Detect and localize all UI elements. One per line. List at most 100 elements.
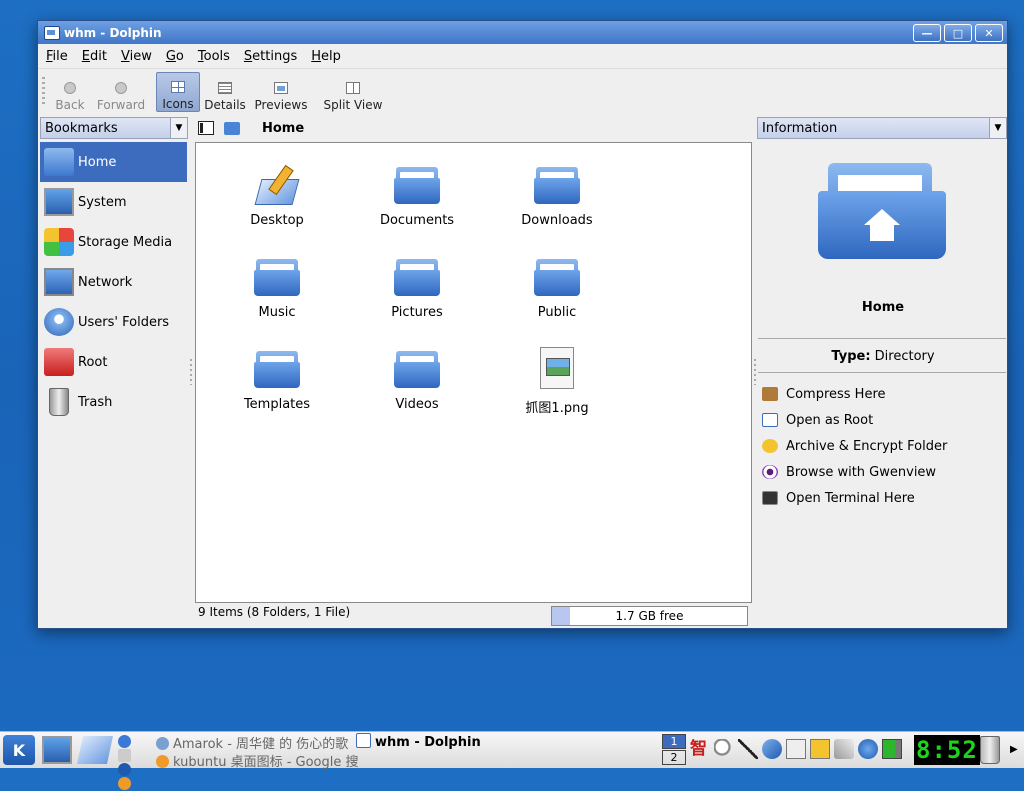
icons-view-button[interactable]: Icons — [156, 72, 200, 112]
information-panel-selector[interactable]: Information ▼ — [757, 117, 1007, 139]
system-launcher-icon[interactable] — [42, 736, 72, 764]
dolphin-icon — [356, 733, 371, 748]
action-compress-here[interactable]: Compress Here — [762, 381, 947, 407]
browser-icon[interactable] — [118, 763, 131, 776]
menu-file[interactable]: File — [46, 49, 68, 64]
place-users-folders[interactable]: Users' Folders — [40, 302, 187, 342]
file-item-desktop[interactable]: Desktop — [227, 164, 327, 228]
system-tray: 智 — [690, 739, 902, 759]
place-trash[interactable]: Trash — [40, 382, 187, 422]
action-label: Browse with Gwenview — [786, 464, 937, 480]
k-menu-button[interactable]: K — [3, 735, 35, 765]
breadcrumb-home[interactable]: Home — [262, 121, 304, 136]
back-label: Back — [55, 98, 85, 112]
kde-panel: K Amarok - 周华健 的 伤心的歌 kubuntu 桌面图标 - Goo… — [0, 731, 1024, 790]
file-item-pictures[interactable]: Pictures — [367, 257, 467, 320]
forward-label: Forward — [96, 98, 146, 112]
konqueror-icon[interactable] — [118, 735, 131, 748]
pager-desktop-2[interactable]: 2 — [662, 750, 686, 765]
folder-icon — [254, 257, 300, 299]
file-label: Music — [258, 305, 296, 320]
icons-label: Icons — [162, 97, 194, 111]
details-view-button[interactable]: Details — [202, 72, 248, 112]
firefox-icon[interactable] — [118, 777, 131, 790]
input-method-icon[interactable]: 智 — [690, 739, 710, 759]
chevron-down-icon[interactable]: ▼ — [989, 118, 1006, 138]
bookmarks-panel-selector[interactable]: Bookmarks ▼ — [40, 117, 188, 139]
desktop-launcher-icon[interactable] — [77, 736, 113, 764]
free-space-bar: 1.7 GB free — [551, 606, 748, 626]
bookmarks-panel-label: Bookmarks — [45, 120, 118, 136]
network-tray-icon[interactable] — [762, 739, 782, 759]
task-amarok[interactable]: Amarok - 周华健 的 伤心的歌 — [156, 733, 348, 752]
file-item-png[interactable]: 抓图1.png — [507, 347, 607, 416]
close-button[interactable]: ✕ — [975, 24, 1003, 42]
firefox-icon — [156, 755, 169, 768]
clipboard-icon[interactable] — [786, 739, 806, 759]
panel-scroll-arrow[interactable]: ▶ — [1010, 744, 1018, 755]
link-icon[interactable] — [834, 739, 854, 759]
chevron-down-icon[interactable]: ▼ — [170, 118, 187, 138]
trash-applet-icon[interactable] — [980, 736, 1000, 764]
pager-desktop-1[interactable]: 1 — [662, 734, 686, 749]
place-label: Storage Media — [78, 234, 173, 250]
menu-help[interactable]: Help — [311, 49, 341, 64]
menu-settings[interactable]: Settings — [244, 49, 297, 64]
menu-go[interactable]: Go — [166, 49, 184, 64]
dolphin-app-icon[interactable] — [44, 25, 60, 40]
notes-icon[interactable] — [810, 739, 830, 759]
place-label: Users' Folders — [78, 314, 170, 330]
file-item-downloads[interactable]: Downloads — [507, 165, 607, 228]
file-manager-icon[interactable] — [118, 749, 131, 762]
place-storage-media[interactable]: Storage Media — [40, 222, 187, 262]
folder-icon — [534, 165, 580, 207]
action-browse-with-gwenview[interactable]: Browse with Gwenview — [762, 459, 947, 485]
details-view-icon — [218, 82, 232, 94]
action-open-terminal-here[interactable]: Open Terminal Here — [762, 485, 947, 511]
file-item-public[interactable]: Public — [507, 257, 607, 320]
battery-icon[interactable] — [882, 739, 902, 759]
right-panel-splitter[interactable] — [754, 359, 756, 385]
file-item-music[interactable]: Music — [227, 257, 327, 320]
file-label: Templates — [243, 397, 311, 412]
place-network[interactable]: Network — [40, 262, 187, 302]
menu-edit[interactable]: Edit — [82, 49, 107, 64]
action-archive-encrypt-folder[interactable]: Archive & Encrypt Folder — [762, 433, 947, 459]
action-label: Compress Here — [786, 386, 886, 402]
left-panel-splitter[interactable] — [190, 359, 192, 385]
place-home[interactable]: Home — [40, 142, 187, 182]
place-label: System — [78, 194, 127, 210]
desktop-pager: 1 2 — [662, 734, 686, 766]
place-system[interactable]: System — [40, 182, 187, 222]
clock[interactable]: 8:52 — [914, 735, 980, 765]
task-dolphin[interactable]: whm - Dolphin — [356, 733, 481, 750]
menu-view[interactable]: View — [121, 49, 152, 64]
title-bar[interactable]: whm - Dolphin — □ ✕ — [38, 21, 1007, 44]
previews-button[interactable]: Previews — [252, 72, 310, 112]
storage-media-icon — [44, 228, 74, 256]
trash-icon — [49, 388, 69, 416]
forward-button[interactable]: Forward — [94, 72, 148, 112]
home-folder-icon — [44, 148, 74, 176]
file-label: Public — [537, 305, 577, 320]
home-icon[interactable] — [224, 121, 240, 135]
task-firefox[interactable]: kubuntu 桌面图标 - Google 搜 — [156, 751, 359, 770]
menu-tools[interactable]: Tools — [198, 49, 230, 64]
search-icon[interactable] — [714, 739, 734, 759]
file-item-templates[interactable]: Templates — [227, 349, 327, 412]
mute-icon[interactable] — [738, 739, 758, 759]
place-root[interactable]: Root — [40, 342, 187, 382]
minimize-button[interactable]: — — [913, 24, 941, 42]
action-open-as-root[interactable]: Open as Root — [762, 407, 947, 433]
toolbar-handle[interactable] — [42, 77, 45, 107]
toggle-panel-icon[interactable] — [198, 121, 214, 135]
file-item-documents[interactable]: Documents — [367, 165, 467, 228]
file-item-videos[interactable]: Videos — [367, 349, 467, 412]
update-icon[interactable] — [858, 739, 878, 759]
back-button[interactable]: Back — [52, 72, 88, 112]
places-list: Home System Storage Media Network Users'… — [40, 142, 187, 422]
maximize-button[interactable]: □ — [944, 24, 972, 42]
split-view-button[interactable]: Split View — [320, 72, 386, 112]
file-label: Downloads — [521, 213, 593, 228]
file-icon-view[interactable]: Desktop Documents Downloads Music Pictur… — [195, 142, 752, 603]
